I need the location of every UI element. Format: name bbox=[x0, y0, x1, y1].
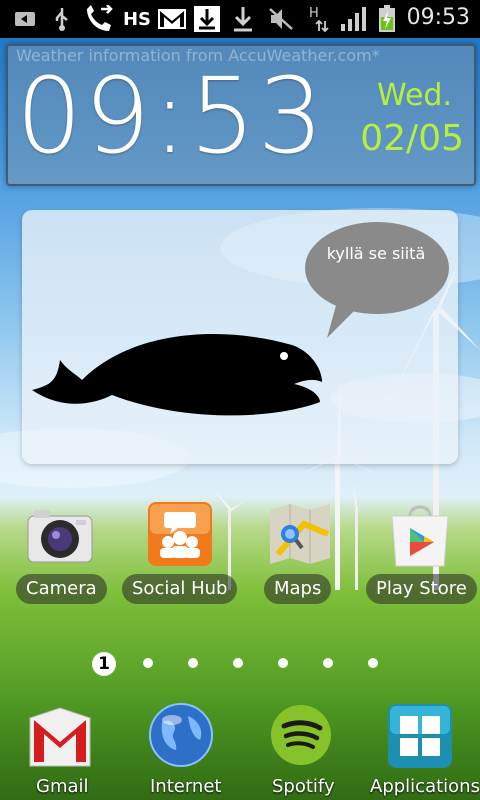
app-label-social-hub: Social Hub bbox=[122, 574, 238, 604]
social-hub-icon[interactable] bbox=[148, 502, 212, 570]
page-dot[interactable] bbox=[143, 658, 153, 668]
app-label-camera: Camera bbox=[16, 574, 107, 604]
svg-text:H: H bbox=[309, 6, 319, 21]
play-store-icon[interactable] bbox=[386, 500, 454, 572]
clock-day: Wed. bbox=[377, 78, 452, 113]
page-indicator-current[interactable]: 1 bbox=[92, 652, 116, 676]
internet-globe-icon[interactable] bbox=[148, 702, 214, 772]
spotify-icon[interactable] bbox=[270, 704, 332, 770]
signal-icon bbox=[338, 6, 370, 32]
dock-label-gmail: Gmail bbox=[36, 776, 89, 797]
dock-label-internet: Internet bbox=[150, 776, 222, 797]
hs-icon: HS bbox=[122, 8, 152, 30]
battery-charging-icon bbox=[376, 5, 398, 32]
download-icon bbox=[192, 6, 222, 32]
page-dot[interactable] bbox=[233, 658, 243, 668]
download-complete-icon bbox=[230, 6, 256, 32]
page-dot[interactable] bbox=[278, 658, 288, 668]
clock-weather-widget[interactable]: Weather information from AccuWeather.com… bbox=[6, 44, 476, 186]
clock-time: 09:53 bbox=[16, 55, 326, 177]
page-dot[interactable] bbox=[188, 658, 198, 668]
mute-icon bbox=[266, 6, 296, 32]
applications-grid-icon[interactable] bbox=[388, 704, 452, 772]
gmail-app-icon[interactable] bbox=[28, 704, 92, 772]
app-label-play-store: Play Store bbox=[366, 574, 477, 604]
app-label-maps: Maps bbox=[264, 574, 332, 604]
data-arrows-icon: H bbox=[306, 6, 332, 33]
gmail-icon bbox=[156, 6, 188, 32]
camera-icon[interactable] bbox=[26, 508, 94, 568]
dock-label-spotify: Spotify bbox=[272, 776, 335, 797]
call-forward-icon bbox=[82, 5, 116, 32]
page-dot[interactable] bbox=[368, 658, 378, 668]
status-bar-time: 09:53 bbox=[406, 5, 470, 30]
usb-icon bbox=[50, 6, 74, 32]
maps-icon[interactable] bbox=[268, 504, 332, 568]
fish-speech-bubble: kyllä se siitä bbox=[326, 244, 426, 263]
back-icon bbox=[12, 6, 38, 32]
clock-date: 02/05 bbox=[360, 118, 464, 159]
page-dot[interactable] bbox=[323, 658, 333, 668]
dock-label-applications: Applications bbox=[370, 776, 480, 797]
status-bar[interactable]: HS H 09:53 bbox=[0, 0, 480, 38]
